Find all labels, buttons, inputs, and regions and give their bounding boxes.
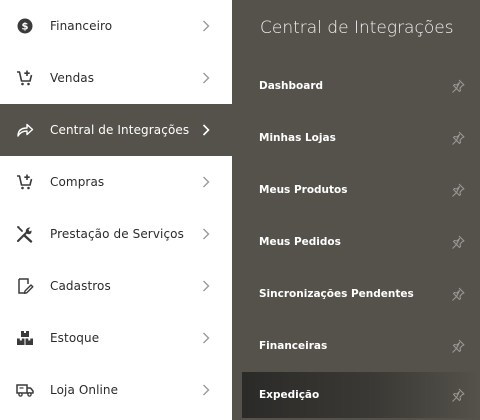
menu-item-compras[interactable]: Compras: [0, 156, 232, 208]
integrations-submenu-panel: Central de Integrações Dashboard Minhas …: [232, 0, 480, 420]
submenu-item-meus-pedidos[interactable]: Meus Pedidos: [242, 219, 480, 265]
menu-item-label: Vendas: [50, 71, 95, 85]
submenu-item-dashboard[interactable]: Dashboard: [242, 63, 480, 109]
pin-icon[interactable]: [450, 387, 466, 403]
menu-item-financeiro[interactable]: $ Financeiro: [0, 0, 232, 52]
app-root: $ Financeiro Vendas Central de Integraçõ…: [0, 0, 480, 420]
menu-item-estoque[interactable]: Estoque: [0, 312, 232, 364]
chevron-right-icon: [201, 20, 211, 32]
chevron-right-icon: [201, 124, 211, 136]
submenu-item-financeiras[interactable]: Financeiras: [242, 323, 480, 369]
pin-icon[interactable]: [450, 338, 466, 354]
edit-note-icon: [16, 277, 34, 295]
tools-icon: [16, 225, 34, 243]
submenu-item-label: Sincronizações Pendentes: [259, 288, 414, 300]
submenu-item-sincronizacoes-pendentes[interactable]: Sincronizações Pendentes: [242, 271, 480, 317]
svg-text:$: $: [22, 22, 29, 33]
chevron-right-icon: [201, 72, 211, 84]
menu-item-loja-online[interactable]: Loja Online: [0, 364, 232, 416]
chevron-right-icon: [201, 176, 211, 188]
boxes-icon: [16, 329, 34, 347]
menu-item-vendas[interactable]: Vendas: [0, 52, 232, 104]
main-navigation-menu: $ Financeiro Vendas Central de Integraçõ…: [0, 0, 232, 420]
cart-add-icon: [16, 69, 34, 87]
pin-icon[interactable]: [450, 286, 466, 302]
submenu-title: Central de Integrações: [260, 18, 454, 38]
pin-icon[interactable]: [450, 182, 466, 198]
chevron-right-icon: [201, 332, 211, 344]
menu-item-label: Estoque: [50, 331, 100, 345]
truck-icon: [16, 381, 34, 399]
menu-item-label: Loja Online: [50, 383, 119, 397]
submenu-item-label: Dashboard: [259, 80, 324, 92]
menu-item-label: Compras: [50, 175, 105, 189]
menu-item-label: Cadastros: [50, 279, 111, 293]
menu-item-label: Prestação de Serviços: [50, 227, 184, 241]
chevron-right-icon: [201, 384, 211, 396]
dollar-circle-icon: $: [16, 17, 34, 35]
menu-item-label: Financeiro: [50, 19, 113, 33]
menu-item-cadastros[interactable]: Cadastros: [0, 260, 232, 312]
submenu-item-minhas-lojas[interactable]: Minhas Lojas: [242, 115, 480, 161]
submenu-item-label: Financeiras: [259, 340, 328, 352]
pin-icon[interactable]: [450, 234, 466, 250]
menu-item-label: Central de Integrações: [50, 123, 190, 137]
chevron-right-icon: [201, 280, 211, 292]
pin-icon[interactable]: [450, 78, 466, 94]
submenu-item-label: Minhas Lojas: [259, 132, 336, 144]
submenu-item-label: Meus Produtos: [259, 184, 348, 196]
submenu-item-expedicao[interactable]: Expedição: [242, 372, 480, 418]
submenu-item-label: Meus Pedidos: [259, 236, 341, 248]
share-arrow-icon: [16, 121, 34, 139]
menu-item-prestacao-de-servicos[interactable]: Prestação de Serviços: [0, 208, 232, 260]
pin-icon[interactable]: [450, 130, 466, 146]
submenu-item-label: Expedição: [259, 389, 320, 401]
cart-add-icon: [16, 173, 34, 191]
chevron-right-icon: [201, 228, 211, 240]
menu-item-central-de-integracoes[interactable]: Central de Integrações: [0, 104, 232, 156]
submenu-item-meus-produtos[interactable]: Meus Produtos: [242, 167, 480, 213]
